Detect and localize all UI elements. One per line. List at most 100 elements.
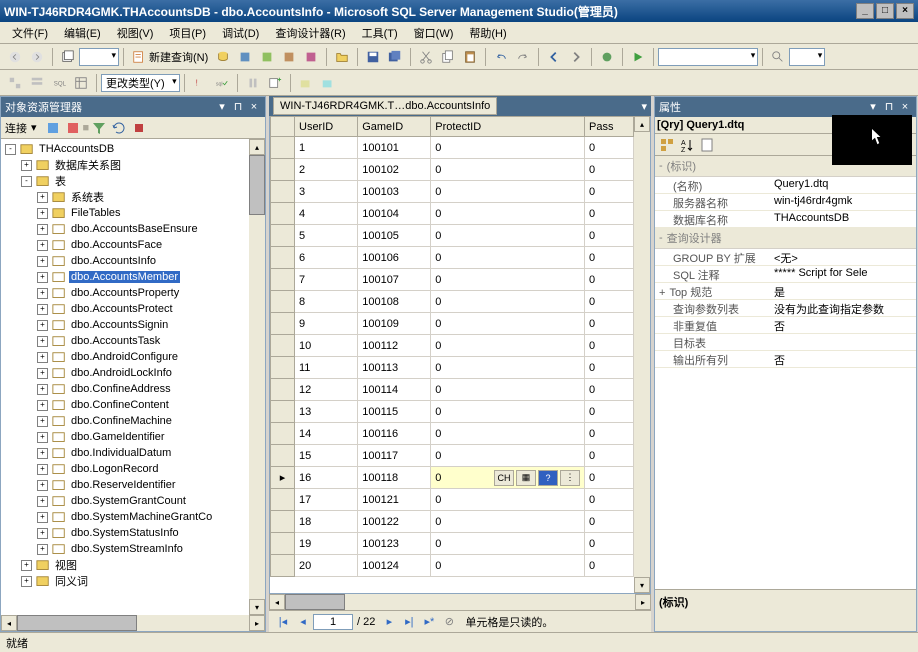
expand-icon[interactable]: + [21,160,32,171]
grid-cell[interactable]: 1 [295,137,358,159]
grid-hscroll[interactable]: ◂ ▸ [269,594,651,610]
grid-cell[interactable]: 100122 [358,511,431,533]
tree-node[interactable]: +dbo.AccountsMember [1,269,249,285]
xmla-icon[interactable] [302,48,320,66]
grid-cell[interactable]: 100104 [358,203,431,225]
expand-icon[interactable]: + [37,544,48,555]
minimize-button[interactable]: _ [856,3,874,19]
property-row[interactable]: GROUP BY 扩展<无> [655,249,916,266]
row-header[interactable] [271,335,295,357]
tree-node[interactable]: +dbo.AccountsProperty [1,285,249,301]
property-value[interactable]: THAccountsDB [770,211,916,227]
grid-cell[interactable]: 0 [431,379,585,401]
table-row[interactable]: 810010800 [271,291,634,313]
save-icon[interactable] [364,48,382,66]
grid-cell[interactable]: 0 [431,511,585,533]
tree-item-label[interactable]: 同义词 [53,573,90,589]
row-header[interactable] [271,423,295,445]
tree-item-label[interactable]: dbo.AccountsFace [69,239,164,251]
show-results-icon[interactable] [72,74,90,92]
property-value[interactable]: Query1.dtq [770,177,916,193]
grid-cell[interactable]: 0 [585,335,634,357]
expand-icon[interactable]: + [37,528,48,539]
redo-icon[interactable] [514,48,532,66]
categorized-icon[interactable] [659,137,675,153]
grid-cell[interactable]: 0 [431,555,585,577]
close-pane-icon[interactable]: × [247,100,261,114]
column-header[interactable]: ProtectID [431,117,585,137]
grid-cell[interactable]: 0CH▦?⋮ [431,467,585,489]
table-row[interactable]: 1310011500 [271,401,634,423]
prop-dropdown-icon[interactable]: ▾ [866,100,880,114]
table-row[interactable]: 1010011200 [271,335,634,357]
grid-cell[interactable]: 10 [295,335,358,357]
nav-prev-icon[interactable]: ◂ [294,614,312,630]
nav-next-icon[interactable]: ▸ [380,614,398,630]
grid-cell[interactable]: 13 [295,401,358,423]
tree-node[interactable]: +dbo.SystemMachineGrantCo [1,509,249,525]
refresh-icon[interactable] [111,120,127,136]
grid-cell[interactable]: 0 [585,269,634,291]
grid-cell[interactable]: 100116 [358,423,431,445]
grid-cell[interactable]: 100108 [358,291,431,313]
grid-cell[interactable]: 100118 [358,467,431,489]
column-header[interactable]: GameID [358,117,431,137]
grid-cell[interactable]: 0 [585,555,634,577]
menu-item[interactable]: 项目(P) [161,23,214,43]
show-sql-icon[interactable]: SQL [50,74,68,92]
table-row[interactable]: 1210011400 [271,379,634,401]
expand-icon[interactable]: + [37,240,48,251]
dropdown-icon[interactable]: ▾ [215,100,229,114]
grid-cell[interactable]: 0 [431,247,585,269]
tree-node[interactable]: +视图 [1,557,249,573]
table-row[interactable]: 410010400 [271,203,634,225]
tree-item-label[interactable]: dbo.SystemGrantCount [69,495,188,507]
start-debug-icon[interactable] [629,48,647,66]
open-icon[interactable] [333,48,351,66]
grid-cell[interactable]: 11 [295,357,358,379]
row-header[interactable] [271,313,295,335]
table-row[interactable]: 110010100 [271,137,634,159]
property-row[interactable]: 目标表 [655,334,916,351]
tree-node[interactable]: +FileTables [1,205,249,221]
grid-cell[interactable]: 0 [431,137,585,159]
row-header[interactable] [271,401,295,423]
grid-cell[interactable]: 0 [585,159,634,181]
grid-cell[interactable]: 100124 [358,555,431,577]
table-row[interactable]: 910010900 [271,313,634,335]
grid-vscroll[interactable]: ▴▾ [634,116,650,593]
expand-icon[interactable]: + [37,272,48,283]
row-header[interactable] [271,555,295,577]
tree-item-label[interactable]: dbo.LogonRecord [69,463,160,475]
grid-cell[interactable]: 4 [295,203,358,225]
grid-cell[interactable]: 0 [585,423,634,445]
pin-icon[interactable]: ⊓ [231,100,245,114]
grid-cell[interactable]: 0 [431,401,585,423]
table-row[interactable]: 310010300 [271,181,634,203]
tree-node[interactable]: -THAccountsDB [1,141,249,157]
show-criteria-icon[interactable] [28,74,46,92]
grid-cell[interactable]: 12 [295,379,358,401]
table-row[interactable]: 610010600 [271,247,634,269]
expand-icon[interactable]: + [37,512,48,523]
collapse-icon[interactable]: - [659,160,663,172]
menu-item[interactable]: 窗口(W) [406,23,462,43]
grid-cell[interactable]: 0 [431,291,585,313]
grid-cell[interactable]: 0 [585,445,634,467]
tree-node[interactable]: +dbo.AndroidConfigure [1,349,249,365]
tree-node[interactable]: +系统表 [1,189,249,205]
tree-node[interactable]: +dbo.SystemGrantCount [1,493,249,509]
row-header[interactable] [271,533,295,555]
menu-item[interactable]: 文件(F) [4,23,56,43]
tree-item-label[interactable]: THAccountsDB [37,143,116,155]
grid-cell[interactable]: 0 [431,225,585,247]
grid-cell[interactable]: 0 [585,511,634,533]
grid-cell[interactable]: 17 [295,489,358,511]
tree-item-label[interactable]: dbo.AccountsProtect [69,303,175,315]
row-header[interactable] [271,225,295,247]
tree-item-label[interactable]: dbo.ReserveIdentifier [69,479,178,491]
tree-item-label[interactable]: dbo.ConfineContent [69,399,171,411]
active-tab[interactable]: WIN-TJ46RDR4GMK.T…dbo.AccountsInfo [273,97,497,115]
tree-item-label[interactable]: dbo.ConfineMachine [69,415,174,427]
menu-item[interactable]: 查询设计器(R) [267,23,353,43]
